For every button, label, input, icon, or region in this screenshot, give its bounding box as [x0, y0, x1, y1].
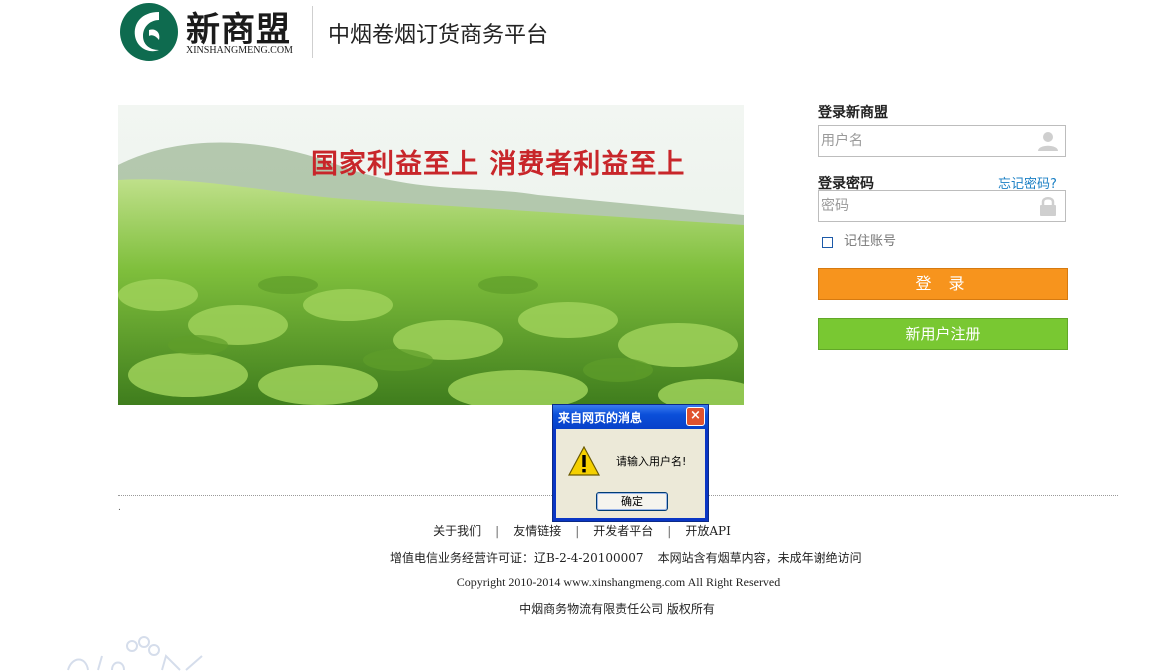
footer-link-friends[interactable]: 友情链接 — [507, 524, 567, 538]
close-icon[interactable]: × — [686, 407, 705, 426]
password-field[interactable] — [818, 190, 1066, 222]
footer-dot: . — [118, 503, 121, 513]
header-divider — [312, 6, 313, 58]
footer-links: 关于我们 | 友情链接 | 开发者平台 | 开放API — [0, 522, 1164, 539]
footer-license-line: 增值电信业务经营许可证：辽B-2-4-20100007 本网站含有烟草内容，未成年… — [390, 549, 876, 566]
brand-domain: XINSHANGMENG.COM — [186, 45, 293, 56]
footer-separator: | — [575, 524, 580, 538]
dialog-body: 请输入用户名! 确定 — [556, 429, 705, 518]
username-input[interactable] — [819, 126, 1031, 156]
brand-logo-icon[interactable] — [119, 0, 179, 64]
dialog-title: 来自网页的消息 — [558, 411, 643, 425]
footer-age-notice: 本网站含有烟草内容，未成年谢绝访问 — [657, 551, 862, 565]
username-field[interactable] — [818, 125, 1066, 157]
remember-account-label: 记住账号 — [844, 234, 897, 249]
footer-link-developer[interactable]: 开发者平台 — [587, 524, 659, 538]
warning-icon — [568, 446, 600, 476]
brand-name: 新商盟 — [186, 10, 291, 50]
banner-slogan: 国家利益至上 消费者利益至上 — [311, 149, 686, 180]
footer-separator: | — [495, 524, 500, 538]
user-icon — [1038, 132, 1058, 151]
footer-license: 增值电信业务经营许可证：辽B-2-4-20100007 — [390, 551, 644, 565]
alert-dialog: 来自网页的消息 × 请输入用户名! 确定 — [552, 404, 709, 522]
register-button[interactable]: 新用户注册 — [818, 318, 1068, 350]
footer-link-about[interactable]: 关于我们 — [427, 524, 487, 538]
dialog-titlebar[interactable]: 来自网页的消息 × — [553, 405, 708, 429]
platform-title: 中烟卷烟订货商务平台 — [328, 23, 549, 48]
hero-banner: 国家利益至上 消费者利益至上 — [118, 105, 744, 405]
login-heading: 登录新商盟 — [818, 105, 888, 121]
footer-copyright: Copyright 2010-2014 www.xinshangmeng.com… — [456, 575, 781, 589]
watermark-logo-icon — [67, 636, 203, 671]
lock-icon — [1040, 197, 1056, 216]
footer-link-api[interactable]: 开放API — [679, 524, 736, 538]
dialog-message: 请输入用户名! — [616, 455, 687, 468]
footer-separator: | — [667, 524, 672, 538]
password-input[interactable] — [819, 191, 1031, 221]
ok-button[interactable]: 确定 — [596, 492, 668, 511]
remember-account-checkbox[interactable] — [822, 237, 833, 248]
footer-owner: 中烟商务物流有限责任公司 版权所有 — [519, 602, 715, 616]
login-button[interactable]: 登 录 — [818, 268, 1068, 300]
